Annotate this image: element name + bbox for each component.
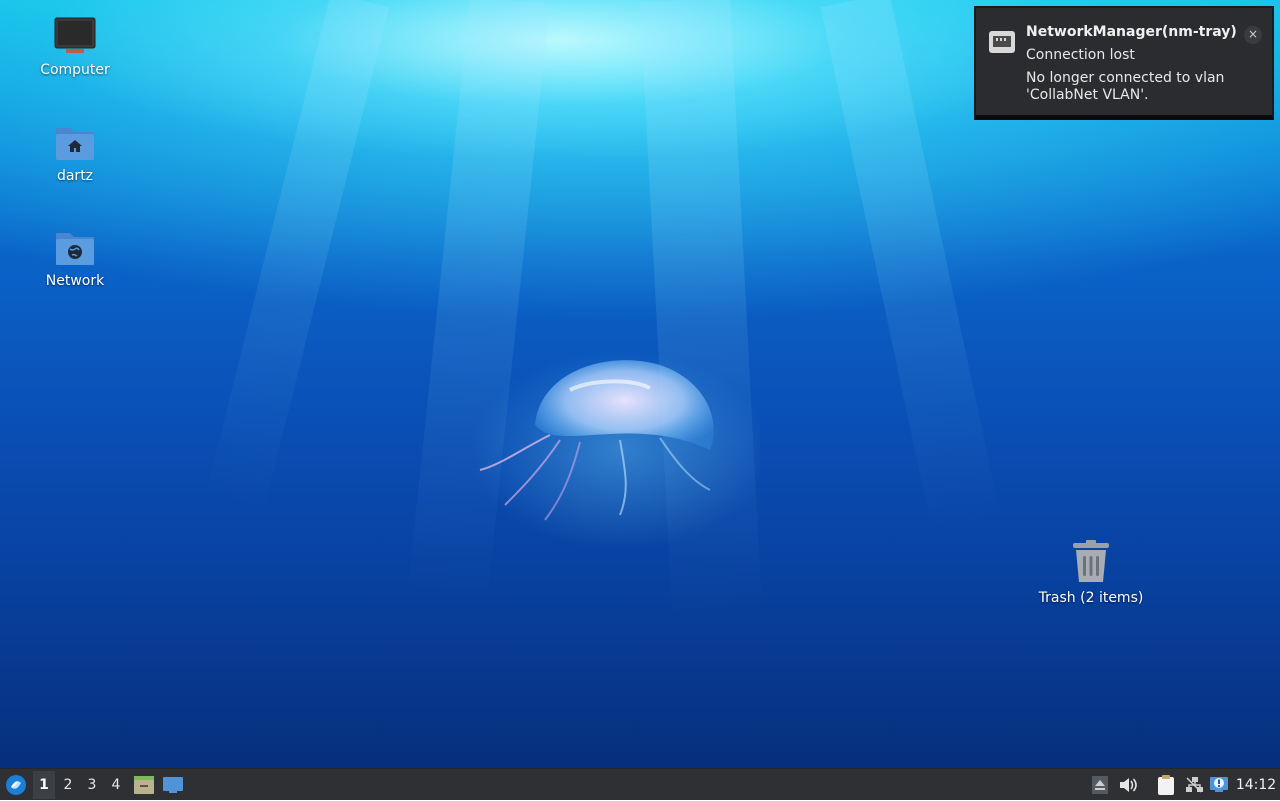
desktop-icon-label: Network <box>45 273 105 289</box>
notification-title: NetworkManager(nm-tray) <box>1026 24 1237 40</box>
light-ray <box>205 0 390 512</box>
workspace-1-button[interactable]: 1 <box>33 771 55 799</box>
network-icon <box>1186 777 1203 793</box>
desktop-icon-trash[interactable]: Trash (2 items) <box>1036 540 1146 606</box>
desktop[interactable]: Computer dartz Network Trash (2 items) N… <box>0 0 1280 768</box>
taskbar: 1 2 3 4 14:12 <box>0 768 1280 800</box>
desktop-icon-home[interactable]: dartz <box>20 122 130 184</box>
file-manager-icon <box>134 776 154 794</box>
close-notification-button[interactable]: × <box>1244 26 1262 44</box>
desktop-icon-label: Trash (2 items) <box>1038 590 1144 606</box>
workspace-4-button[interactable]: 4 <box>105 769 127 801</box>
clipboard-button[interactable] <box>1154 769 1178 801</box>
desktop-icon-network[interactable]: Network <box>20 227 130 289</box>
desktop-icon-label: dartz <box>56 168 94 184</box>
notification-summary: Connection lost <box>1026 47 1135 63</box>
file-manager-launcher[interactable] <box>132 769 156 801</box>
workspace-2-button[interactable]: 2 <box>57 769 79 801</box>
start-menu-button[interactable] <box>4 769 28 801</box>
show-desktop-icon <box>163 777 183 793</box>
workspace-3-button[interactable]: 3 <box>81 769 103 801</box>
network-tray-button[interactable] <box>1182 769 1206 801</box>
trash-icon <box>1073 540 1109 582</box>
volume-button[interactable] <box>1116 769 1140 801</box>
notification-body: No longer connected to vlan 'CollabNet V… <box>1026 70 1225 103</box>
update-notifier-icon <box>1210 777 1228 792</box>
ethernet-icon <box>989 31 1015 53</box>
desktop-icon-computer[interactable]: Computer <box>20 16 130 78</box>
computer-monitor-icon <box>54 17 96 53</box>
home-folder-icon <box>56 128 94 160</box>
notification-popup[interactable]: NetworkManager(nm-tray) Connection lost … <box>974 6 1274 120</box>
update-notifier-button[interactable] <box>1207 769 1231 801</box>
lubuntu-logo-icon <box>6 775 26 795</box>
desktop-icon-label: Computer <box>40 62 110 78</box>
eject-icon <box>1092 776 1108 794</box>
clipboard-icon <box>1158 775 1174 795</box>
clock[interactable]: 14:12 <box>1234 769 1278 801</box>
removable-media-button[interactable] <box>1089 769 1111 801</box>
network-folder-icon <box>56 233 94 265</box>
show-desktop-button[interactable] <box>161 769 185 801</box>
volume-icon <box>1120 778 1137 792</box>
jellyfish-wallpaper-image <box>470 350 760 550</box>
